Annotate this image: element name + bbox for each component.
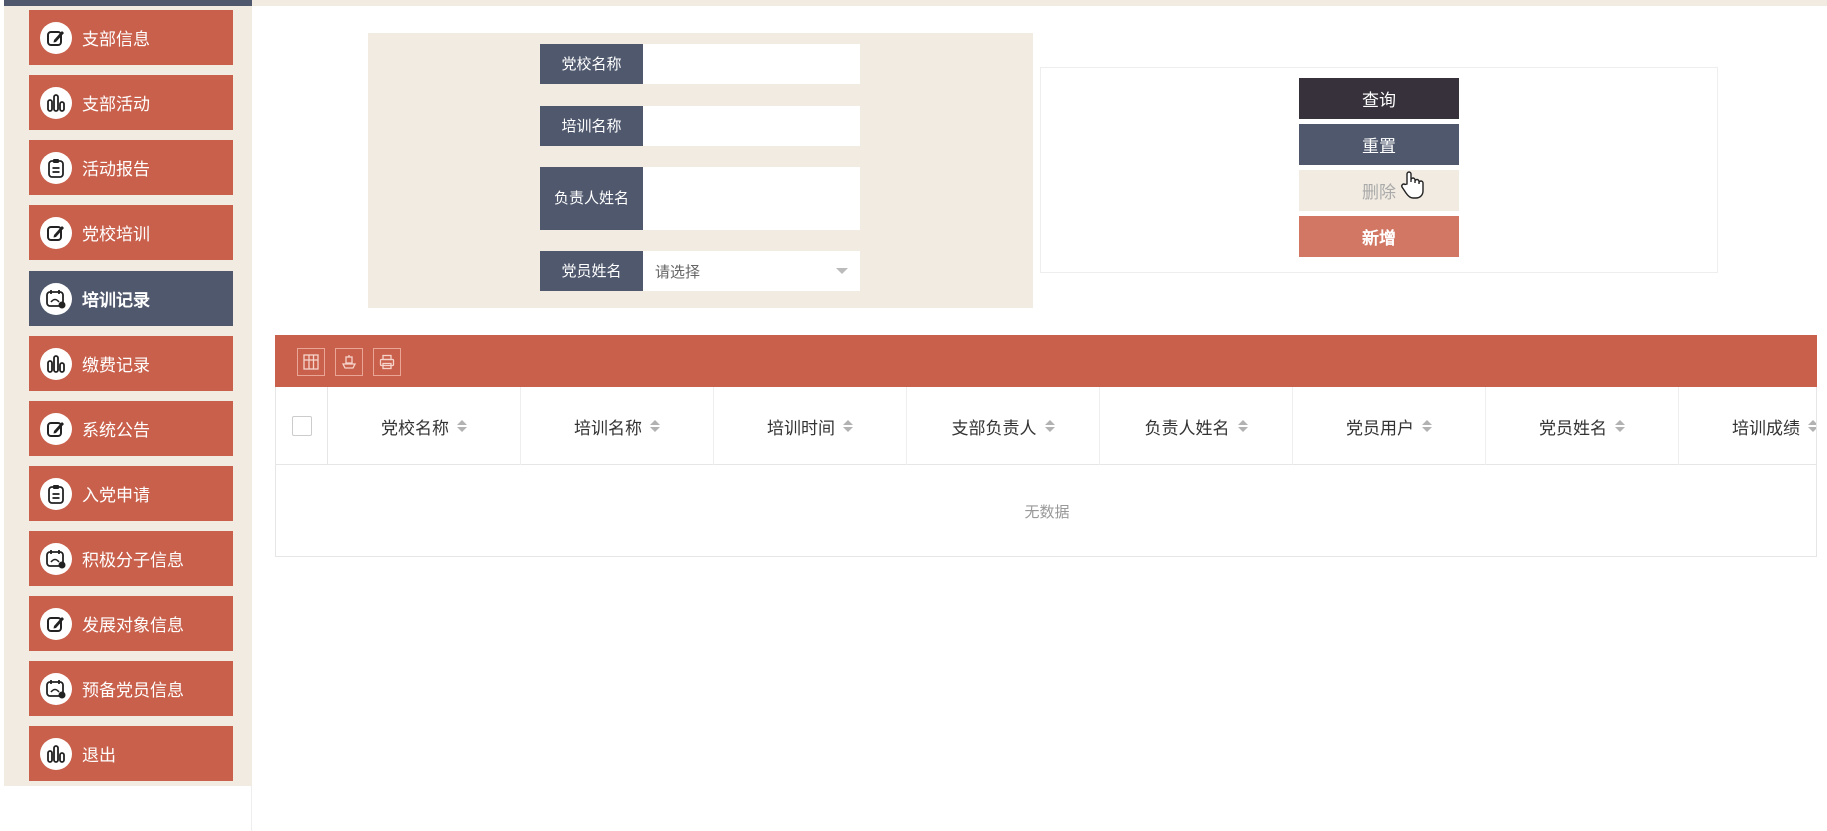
sidebar-item-label: 积极分子信息: [82, 551, 184, 571]
calendar-icon: [40, 672, 72, 705]
school-name-row: 党校名称: [540, 44, 860, 84]
sidebar-item-label: 预备党员信息: [82, 681, 184, 701]
sidebar-item-branch-activity[interactable]: 支部活动: [29, 75, 233, 130]
training-name-row: 培训名称: [540, 106, 860, 146]
member-name-select[interactable]: 请选择: [643, 251, 860, 291]
leader-name-label: 负责人姓名: [540, 167, 643, 230]
sidebar-item-system-notice[interactable]: 系统公告: [29, 401, 233, 456]
table-toolbar: [275, 335, 1817, 387]
column-header-training-name[interactable]: 培训名称: [521, 387, 714, 465]
sort-icon: [843, 420, 853, 432]
sidebar-item-label: 发展对象信息: [82, 616, 184, 636]
clipboard-icon: [40, 477, 72, 510]
hand-cursor-icon: [1401, 171, 1424, 199]
column-header-label: 党员用户: [1346, 418, 1414, 439]
sidebar-item-probationary-member-info[interactable]: 预备党员信息: [29, 661, 233, 716]
leader-name-input[interactable]: [643, 167, 860, 230]
sidebar-item-label: 退出: [82, 746, 116, 766]
sidebar-item-party-school-training[interactable]: 党校培训: [29, 205, 233, 260]
add-button[interactable]: 新增: [1299, 216, 1459, 257]
sort-icon: [1615, 420, 1625, 432]
sort-icon: [1237, 420, 1248, 432]
select-all-checkbox[interactable]: [291, 416, 312, 436]
column-header-leader-name[interactable]: 负责人姓名: [1100, 387, 1293, 465]
column-header-label: 支部负责人: [951, 418, 1037, 439]
data-table: 党校名称 培训名称 培训时间 支部负责人 负责人姓名 党员用户 党员姓名 培训成…: [275, 387, 1817, 557]
column-header-member-user[interactable]: 党员用户: [1293, 387, 1486, 465]
sidebar-item-training-records[interactable]: 培训记录: [29, 271, 233, 326]
edit-icon: [40, 21, 72, 54]
member-name-row: 党员姓名 请选择: [540, 251, 860, 291]
reset-button[interactable]: 重置: [1299, 124, 1459, 165]
sidebar-item-label: 入党申请: [82, 486, 150, 506]
sidebar-item-label: 系统公告: [82, 421, 150, 441]
bar-chart-icon: [40, 347, 72, 380]
sort-icon: [1044, 420, 1055, 432]
query-button[interactable]: 查询: [1299, 78, 1459, 119]
column-header-branch-leader[interactable]: 支部负责人: [907, 387, 1100, 465]
school-name-label: 党校名称: [540, 44, 643, 84]
column-header-training-score[interactable]: 培训成绩: [1679, 387, 1816, 465]
sort-icon: [1808, 420, 1816, 432]
column-header-label: 培训成绩: [1732, 418, 1800, 439]
columns-icon[interactable]: [297, 348, 325, 376]
table-header: 党校名称 培训名称 培训时间 支部负责人 负责人姓名 党员用户 党员姓名 培训成…: [276, 387, 1816, 465]
export-icon[interactable]: [335, 348, 363, 376]
sidebar-item-party-application[interactable]: 入党申请: [29, 466, 233, 521]
sidebar-item-payment-records[interactable]: 缴费记录: [29, 336, 233, 391]
sort-icon: [650, 420, 660, 432]
member-name-placeholder: 请选择: [655, 262, 701, 281]
column-header-school-name[interactable]: 党校名称: [328, 387, 521, 465]
sort-icon: [1422, 420, 1432, 432]
clipboard-icon: [40, 151, 72, 184]
column-header-label: 党校名称: [381, 418, 449, 439]
sidebar-item-label: 党校培训: [82, 225, 150, 245]
chevron-down-icon: [836, 268, 848, 274]
sidebar-item-development-target-info[interactable]: 发展对象信息: [29, 596, 233, 651]
training-name-input[interactable]: [643, 106, 860, 146]
school-name-input[interactable]: [643, 44, 860, 84]
bar-chart-icon: [40, 86, 72, 119]
calendar-icon: [40, 542, 72, 575]
sort-icon: [457, 420, 467, 432]
column-header-member-name[interactable]: 党员姓名: [1486, 387, 1679, 465]
sidebar-item-logout[interactable]: 退出: [29, 726, 233, 781]
bar-chart-icon: [40, 737, 72, 770]
edit-icon: [40, 607, 72, 640]
search-form: 党校名称 培训名称 负责人姓名 党员姓名 请选择: [368, 33, 1033, 308]
sidebar-item-label: 缴费记录: [82, 356, 150, 376]
delete-button[interactable]: 删除: [1299, 170, 1459, 211]
column-header-label: 党员姓名: [1539, 418, 1607, 439]
column-header-label: 培训时间: [767, 418, 835, 439]
column-header-label: 培训名称: [574, 418, 642, 439]
sidebar-item-label: 活动报告: [82, 160, 150, 180]
sidebar-item-branch-info[interactable]: 支部信息: [29, 10, 233, 65]
member-name-label: 党员姓名: [540, 251, 643, 291]
sidebar-item-label: 支部活动: [82, 95, 150, 115]
sidebar-footer: [4, 786, 252, 831]
sidebar-item-activity-report[interactable]: 活动报告: [29, 140, 233, 195]
print-icon[interactable]: [373, 348, 401, 376]
empty-state: 无数据: [1024, 502, 1070, 521]
top-strip-right: [252, 0, 1827, 6]
sidebar-item-label: 支部信息: [82, 30, 150, 50]
column-header-training-time[interactable]: 培训时间: [714, 387, 907, 465]
sidebar: 支部信息 支部活动 活动报告 党校培训 培训记录 缴费记录 系统公告 入党申请 …: [4, 6, 252, 786]
calendar-icon: [40, 282, 72, 315]
sidebar-item-activist-info[interactable]: 积极分子信息: [29, 531, 233, 586]
select-all-cell: [276, 387, 328, 465]
training-name-label: 培训名称: [540, 106, 643, 146]
sidebar-item-label: 培训记录: [82, 291, 150, 311]
edit-icon: [40, 216, 72, 249]
column-header-label: 负责人姓名: [1144, 418, 1230, 439]
leader-name-row: 负责人姓名: [540, 167, 860, 230]
edit-icon: [40, 412, 72, 445]
